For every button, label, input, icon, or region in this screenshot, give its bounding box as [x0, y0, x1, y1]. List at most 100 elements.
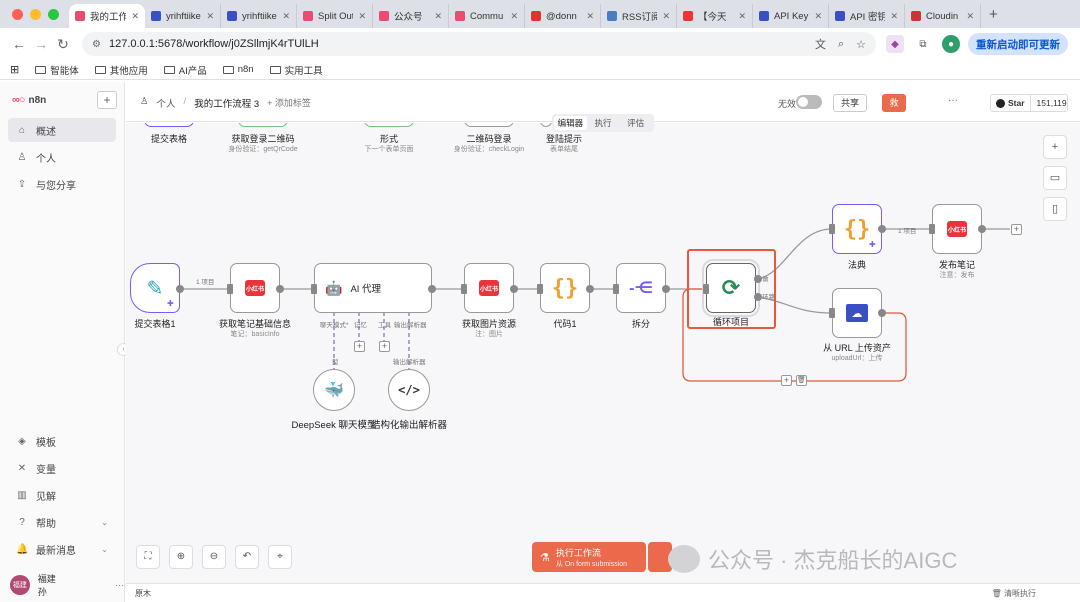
node-top-qrcode[interactable]	[238, 123, 288, 127]
active-toggle[interactable]	[796, 95, 822, 109]
output-port[interactable]	[754, 293, 762, 301]
logs-bar[interactable]: 原木 🗑 清晰执行	[126, 583, 1080, 602]
maximize-window-button[interactable]	[48, 8, 59, 20]
browser-tab[interactable]: 公众号 ✕	[373, 4, 449, 28]
close-window-button[interactable]	[12, 8, 23, 20]
node-output-parser[interactable]: </>	[388, 369, 430, 411]
n8n-logo[interactable]: ∞○ n8n	[12, 94, 46, 106]
input-port[interactable]	[461, 284, 467, 294]
sidebar-item[interactable]: ◈ 模板	[8, 429, 116, 453]
zoom-out-button[interactable]: ⊖	[202, 545, 226, 569]
output-port[interactable]	[510, 285, 518, 293]
toggle-panel-button[interactable]: ▯	[1043, 197, 1067, 221]
add-tag-button[interactable]: + 添加标签	[267, 96, 311, 110]
bookmark-folder[interactable]: 其他应用	[94, 63, 148, 77]
tab-close-icon[interactable]: ✕	[434, 11, 442, 22]
output-port[interactable]	[878, 225, 886, 233]
output-port[interactable]	[662, 285, 670, 293]
bookmark-folder[interactable]: n8n	[222, 63, 254, 77]
workflow-more-button[interactable]: ···	[948, 95, 958, 106]
node-deepseek-model[interactable]: 🐳	[313, 369, 355, 411]
user-more-button[interactable]: ···	[115, 580, 124, 590]
node-publish-note[interactable]: 小红书	[932, 204, 982, 254]
output-port[interactable]	[428, 285, 436, 293]
tab-close-icon[interactable]: ✕	[358, 11, 366, 22]
delete-connection-icon[interactable]: 🗑	[796, 375, 807, 386]
node-get-images[interactable]: 小红书	[464, 263, 514, 313]
zoom-in-button[interactable]: ⊕	[169, 545, 193, 569]
browser-tab[interactable]: yrihftiike ✕	[221, 4, 297, 28]
tab-executions[interactable]: 执行	[587, 117, 620, 129]
input-port[interactable]	[311, 284, 317, 294]
tab-close-icon[interactable]: ✕	[282, 11, 290, 22]
browser-tab[interactable]: Cloudin ✕	[905, 4, 981, 28]
tab-close-icon[interactable]: ✕	[890, 11, 898, 22]
node-upload-url[interactable]: ☁	[832, 288, 882, 338]
output-port[interactable]	[176, 285, 184, 293]
translate-icon[interactable]: 文	[815, 36, 826, 52]
add-memory-button[interactable]: +	[354, 341, 365, 352]
github-star-button[interactable]: Star 151,119	[990, 94, 1068, 112]
node-top-qrlogin[interactable]	[464, 123, 514, 127]
logs-label[interactable]: 原木	[135, 588, 151, 599]
node-top-submit[interactable]	[144, 123, 194, 127]
tab-close-icon[interactable]: ✕	[206, 11, 214, 22]
sticky-note-button[interactable]: ▭	[1043, 166, 1067, 190]
bookmark-folder[interactable]: 实用工具	[269, 63, 323, 77]
output-port[interactable]	[978, 225, 986, 233]
add-node-panel-button[interactable]: +	[1043, 135, 1067, 159]
input-port[interactable]	[829, 224, 835, 234]
sidebar-item[interactable]: ▥ 见解	[8, 483, 116, 507]
workflow-canvas[interactable]: 提交表格 获取登录二维码 身份验证：getQrCode 形式 下一个表单页面 二…	[126, 123, 1080, 583]
browser-tab[interactable]: Commu ✕	[449, 4, 525, 28]
input-port[interactable]	[613, 284, 619, 294]
node-code1[interactable]: {}	[540, 263, 590, 313]
minimize-window-button[interactable]	[30, 8, 41, 20]
clear-execution-button[interactable]: 🗑 清晰执行	[992, 588, 1036, 599]
input-port[interactable]	[227, 284, 233, 294]
crumb-owner[interactable]: 个人	[157, 96, 176, 110]
input-port[interactable]	[537, 284, 543, 294]
node-top-form[interactable]	[364, 123, 414, 127]
reload-icon[interactable]: ↻	[52, 36, 74, 53]
bookmark-folder[interactable]: AI产品	[163, 63, 207, 77]
new-tab-button[interactable]: +	[981, 6, 998, 23]
create-button[interactable]: +	[97, 91, 117, 109]
site-info-icon[interactable]: ⚙	[92, 39, 101, 50]
input-port[interactable]	[929, 224, 935, 234]
browser-tab[interactable]: yrihftiike ✕	[145, 4, 221, 28]
tab-close-icon[interactable]: ✕	[738, 11, 746, 22]
bookmark-star-icon[interactable]: ☆	[856, 38, 866, 51]
fit-view-button[interactable]: ⛶	[136, 545, 160, 569]
browser-tab[interactable]: 【今天 ✕	[677, 4, 753, 28]
tab-close-icon[interactable]: ✕	[662, 11, 670, 22]
workflow-name[interactable]: 我的工作流程 3	[194, 96, 259, 110]
browser-tab[interactable]: Split Out ✕	[297, 4, 373, 28]
extension-icon[interactable]: ◆	[886, 35, 904, 53]
output-port[interactable]	[878, 309, 886, 317]
bookmark-folder[interactable]: 智能体	[35, 63, 79, 77]
add-node-button[interactable]: +	[1011, 224, 1022, 235]
sidebar-item[interactable]: ⇪ 与您分享	[8, 172, 116, 196]
sidebar-item[interactable]: ✕ 变量	[8, 456, 116, 480]
tab-close-icon[interactable]: ✕	[814, 11, 822, 22]
undo-button[interactable]: ↶	[235, 545, 259, 569]
tab-close-icon[interactable]: ✕	[131, 11, 139, 22]
node-loop-items[interactable]: ⟳	[702, 259, 760, 317]
back-icon[interactable]: ←	[8, 36, 30, 52]
apps-grid-icon[interactable]: ⊞	[10, 63, 19, 76]
add-loop-node-button[interactable]: +	[781, 375, 792, 386]
tidy-up-button[interactable]: ⌖	[268, 545, 292, 569]
browser-tab[interactable]: RSS订阅 ✕	[601, 4, 677, 28]
node-split[interactable]: -⋲	[616, 263, 666, 313]
tab-editor[interactable]: 编辑器	[554, 116, 587, 130]
sidebar-item[interactable]: ? 帮助 ⌄	[8, 510, 116, 534]
output-port[interactable]	[586, 285, 594, 293]
input-port[interactable]	[703, 284, 709, 294]
node-ai-agent[interactable]: 🤖 AI 代理	[314, 263, 432, 313]
execute-workflow-button[interactable]: ⚗ 执行工作流 从 On form submission	[532, 542, 646, 572]
input-port[interactable]	[829, 308, 835, 318]
node-get-notes[interactable]: 小红书	[230, 263, 280, 313]
extensions-puzzle-icon[interactable]: ⧉	[914, 35, 932, 53]
browser-tab[interactable]: 我的工作 ✕	[69, 4, 145, 28]
